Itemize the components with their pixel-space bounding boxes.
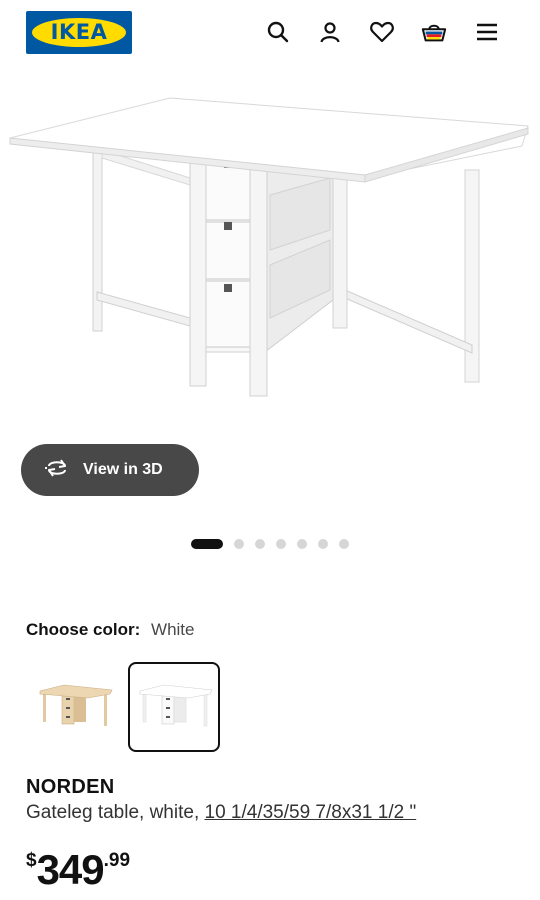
white-table-thumbnail (139, 684, 213, 727)
product-measurements-link[interactable]: 10 1/4/35/59 7/8x31 1/2 " (205, 802, 417, 823)
swatch-white[interactable] (128, 662, 220, 752)
logo-text: IKEA (50, 20, 108, 44)
price-currency: $ (26, 850, 37, 871)
heart-icon[interactable] (369, 19, 395, 45)
gateleg-table-image (9, 97, 529, 397)
carousel-dot[interactable] (234, 539, 244, 549)
view-in-3d-label: View in 3D (83, 461, 163, 478)
color-chooser: Choose color: White (26, 620, 195, 640)
color-label: Choose color: (26, 620, 141, 639)
menu-icon[interactable] (474, 19, 500, 45)
product-type: Gateleg table, white, (26, 802, 205, 823)
birch-table-thumbnail (39, 684, 113, 726)
view-in-3d-button[interactable]: View in 3D (21, 444, 199, 496)
carousel-dot[interactable] (255, 539, 265, 549)
search-icon[interactable] (265, 19, 291, 45)
carousel-dot[interactable] (297, 539, 307, 549)
user-icon[interactable] (317, 19, 343, 45)
price-decimal: .99 (103, 850, 131, 871)
product-price: $349.99 (26, 846, 130, 894)
ikea-logo[interactable]: IKEA (26, 11, 132, 54)
carousel-dot[interactable] (318, 539, 328, 549)
carousel-dot[interactable] (339, 539, 349, 549)
product-name: NORDEN (26, 776, 115, 798)
header: IKEA (0, 0, 540, 64)
carousel-dot[interactable] (276, 539, 286, 549)
carousel-indicator (191, 538, 349, 550)
product-description: Gateleg table, white, 10 1/4/35/59 7/8x3… (26, 802, 416, 824)
product-image[interactable] (0, 80, 540, 420)
swatch-birch[interactable] (28, 662, 120, 752)
carousel-dot-active[interactable] (191, 539, 223, 549)
color-value: White (151, 620, 195, 639)
shopping-bag-icon[interactable] (421, 19, 447, 45)
rotate-3d-icon (43, 458, 71, 483)
price-integer: 349 (36, 846, 105, 893)
